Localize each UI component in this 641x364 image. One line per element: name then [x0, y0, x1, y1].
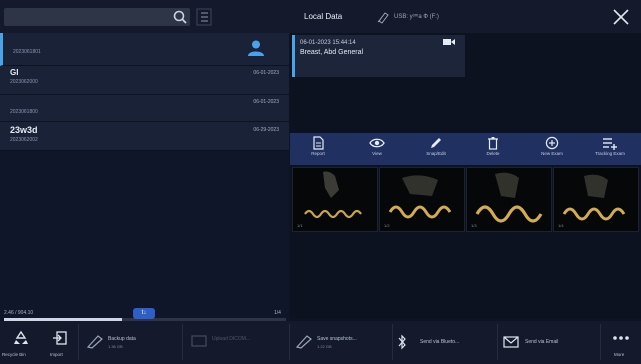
snap-edit-label: Snap/Edit — [426, 151, 446, 156]
ultrasound-thumbnail[interactable]: 1/2 — [379, 167, 465, 232]
video-icon — [443, 38, 455, 46]
patient-name: 23w3d — [10, 125, 38, 135]
trash-icon — [488, 137, 498, 150]
patient-id: 2023061801 — [13, 49, 41, 55]
avatar-icon — [247, 39, 265, 57]
more-icon — [613, 336, 629, 340]
patient-date: 06-01-2023 — [253, 99, 279, 105]
patient-id: 2023062002 — [10, 137, 38, 143]
backup-label: Backup data — [108, 336, 136, 342]
bluetooth-label: Send via Blueto... — [420, 339, 460, 345]
save-sub: 1.22 GB — [317, 344, 332, 349]
save-snapshots-button[interactable]: Save snapshots... 1.22 GB — [293, 321, 389, 364]
new-exam-button[interactable]: New Exam — [532, 133, 572, 165]
view-button[interactable]: View — [357, 133, 397, 165]
delete-button[interactable]: Delete — [473, 133, 513, 165]
recycle-bin-button[interactable]: Recycle Bin — [2, 321, 40, 364]
tracking-exam-label: Tracking Exam — [595, 151, 625, 156]
storage-usage-text: 2.46 / 904.10 — [4, 310, 34, 316]
patient-date: 06-29-2023 — [253, 127, 279, 133]
thumbnail-label: 1/4 — [558, 223, 564, 228]
view-label: View — [372, 151, 382, 156]
tracking-exam-button[interactable]: Tracking Exam — [590, 133, 630, 165]
backup-icon — [86, 335, 103, 349]
exam-time: 06-01-2023 15:44:14 — [300, 40, 356, 46]
send-bluetooth-button[interactable]: Send via Blueto... — [396, 321, 496, 364]
tab-local-data[interactable]: Local Data — [304, 12, 342, 21]
patient-name: GI — [10, 68, 19, 77]
patient-date: 06-01-2023 — [253, 70, 279, 76]
thumbnail-label: 1/1 — [297, 223, 303, 228]
recycle-bin-label: Recycle Bin — [2, 352, 26, 357]
eye-icon — [369, 138, 385, 148]
backup-sub: 1.36 GB — [108, 344, 123, 349]
close-icon[interactable] — [610, 6, 632, 28]
upload-icon — [191, 335, 207, 347]
plus-circle-icon — [545, 136, 559, 150]
exam-name: Breast, Abd General — [300, 49, 364, 56]
ultrasound-thumbnail[interactable]: 1/1 — [292, 167, 378, 232]
usb-drive-icon — [377, 12, 389, 24]
upload-dicom-button[interactable]: Upload DICOM... — [186, 321, 286, 364]
action-toolbar — [290, 133, 641, 165]
list-menu-icon[interactable] — [196, 8, 212, 26]
email-label: Send via Email — [525, 339, 559, 345]
divider — [600, 324, 601, 360]
patient-row[interactable]: 23w3d 2023062002 06-29-2023 — [0, 122, 289, 151]
ultrasound-thumbnail[interactable]: 1/4 — [553, 167, 639, 232]
tab-usb[interactable]: USB: yᵒᵐa Ф (F:) — [376, 8, 439, 26]
page-indicator: 1/4 — [274, 310, 281, 316]
bluetooth-icon — [398, 334, 406, 350]
divider — [182, 324, 183, 360]
save-icon — [295, 335, 312, 349]
more-button[interactable]: More — [604, 321, 638, 364]
divider — [289, 324, 290, 360]
patient-row[interactable]: 2023061801 — [0, 33, 289, 66]
sort-button[interactable]: t↓ — [133, 308, 155, 319]
tab-usb-label: USB: yᵒᵐa Ф (F:) — [394, 14, 439, 20]
report-button[interactable]: Report — [298, 133, 338, 165]
divider — [78, 324, 79, 360]
report-label: Report — [311, 151, 325, 156]
send-email-button[interactable]: Send via Email — [501, 321, 597, 364]
recycle-icon — [14, 330, 28, 344]
delete-label: Delete — [486, 151, 500, 156]
patient-id: 2023061800 — [10, 109, 38, 115]
thumbnail-label: 1/3 — [471, 223, 477, 228]
search-icon[interactable] — [170, 8, 190, 26]
email-icon — [503, 336, 519, 348]
patient-id: 2023062000 — [10, 79, 38, 85]
upload-label: Upload DICOM... — [212, 336, 251, 342]
new-exam-label: New Exam — [541, 151, 563, 156]
import-icon — [53, 331, 67, 345]
pencil-icon — [431, 138, 441, 148]
report-icon — [313, 136, 324, 150]
divider — [497, 324, 498, 360]
search-input[interactable] — [4, 8, 190, 26]
snap-edit-button[interactable]: Snap/Edit — [416, 133, 456, 165]
thumbnail-label: 1/2 — [384, 223, 390, 228]
backup-data-button[interactable]: Backup data 1.36 GB — [82, 321, 178, 364]
import-label: Import — [50, 352, 63, 357]
playlist-add-icon — [603, 138, 617, 150]
patient-row[interactable]: 2023061800 06-01-2023 — [0, 95, 289, 122]
patient-row[interactable]: GI 2023062000 06-01-2023 — [0, 66, 289, 95]
import-button[interactable]: Import — [46, 321, 74, 364]
ultrasound-thumbnail[interactable]: 1/3 — [466, 167, 552, 232]
divider — [392, 324, 393, 360]
more-label: More — [614, 352, 625, 357]
save-label: Save snapshots... — [317, 336, 357, 342]
